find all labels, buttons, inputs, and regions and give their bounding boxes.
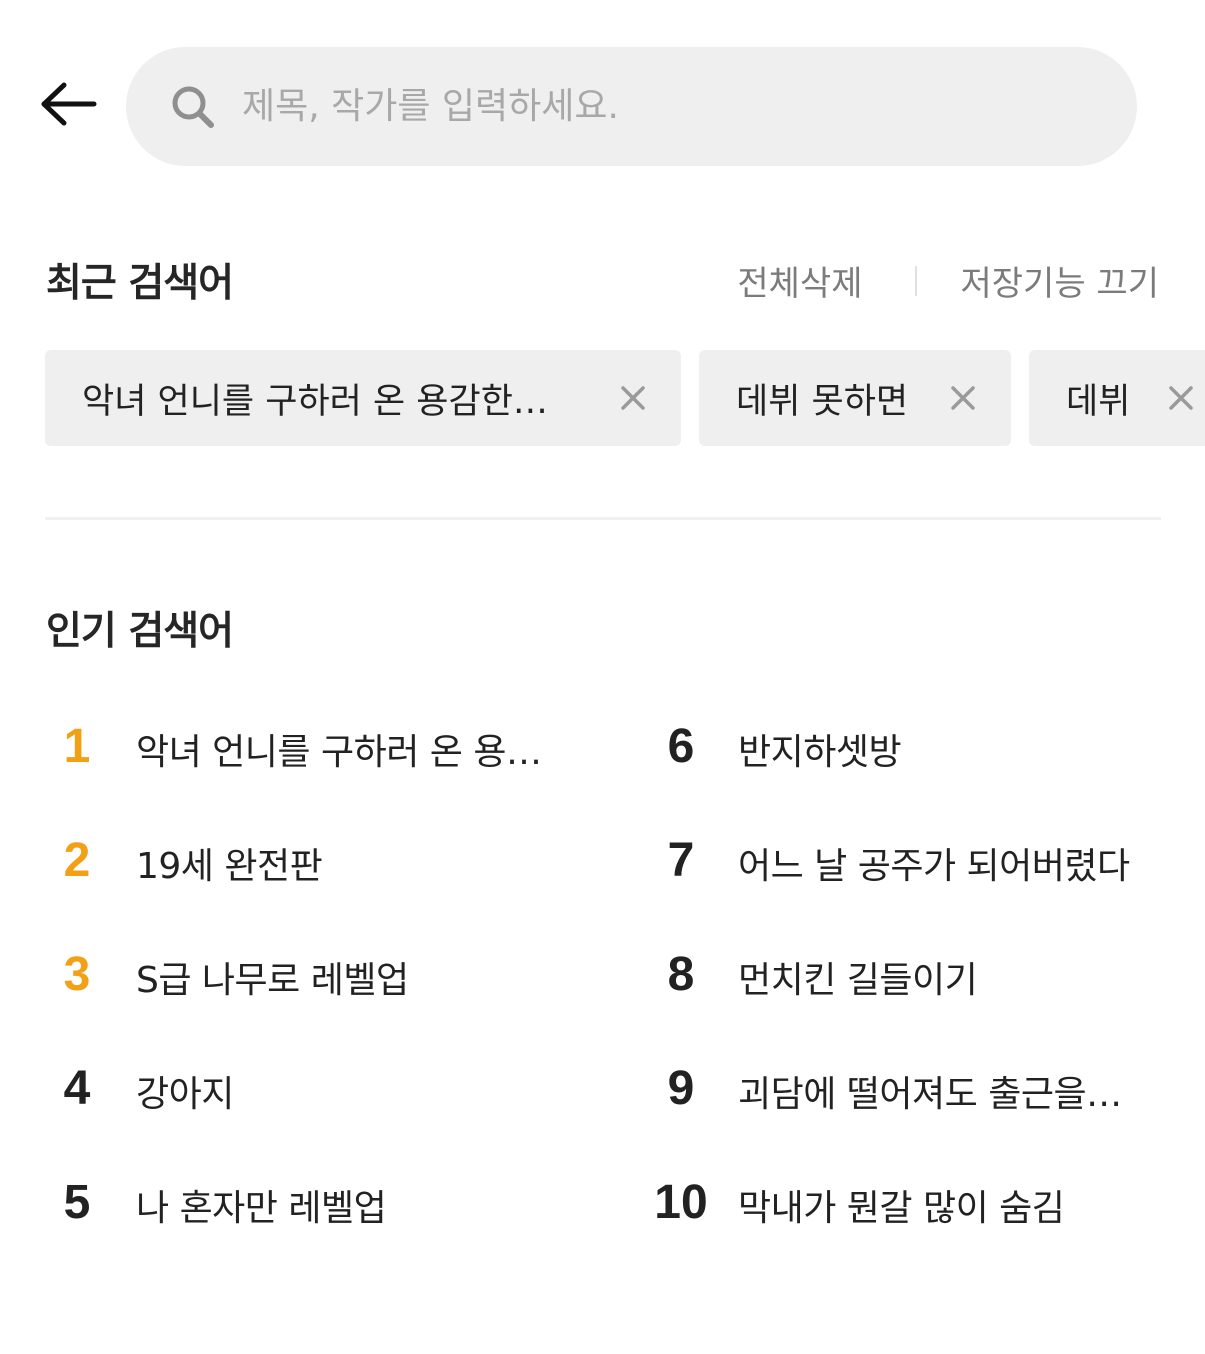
recent-search-chips: 악녀 언니를 구하러 온 용감한… 데뷔 못하면 데뷔	[45, 350, 1205, 446]
delete-all-button[interactable]: 전체삭제	[737, 256, 862, 305]
popular-item[interactable]: 7 어느 날 공주가 되어버렸다	[650, 817, 1165, 897]
popular-item[interactable]: 8 먼치킨 길들이기	[650, 931, 1165, 1011]
popular-item[interactable]: 6 반지하셋방	[650, 703, 1165, 783]
recent-actions: 전체삭제 저장기능 끄기	[737, 256, 1159, 305]
rank-number: 9	[667, 1062, 695, 1115]
section-divider	[45, 517, 1161, 520]
popular-item[interactable]: 3 S급 나무로 레벨업	[46, 931, 606, 1011]
close-icon[interactable]	[615, 380, 651, 416]
rank-number: 8	[667, 948, 695, 1001]
back-button[interactable]	[30, 68, 106, 140]
disable-save-button[interactable]: 저장기능 끄기	[961, 256, 1160, 305]
recent-searches-title: 최근 검색어	[46, 261, 234, 306]
popular-item[interactable]: 2 19세 완전판	[46, 817, 606, 897]
rank-number: 4	[63, 1062, 91, 1115]
close-icon[interactable]	[1163, 380, 1199, 416]
popular-item-label: 악녀 언니를 구하러 온 용…	[136, 732, 542, 773]
search-icon	[168, 82, 218, 132]
popular-item-label: S급 나무로 레벨업	[136, 960, 409, 1001]
popular-item-label: 강아지	[136, 1074, 234, 1115]
popular-item-label: 19세 완전판	[136, 846, 323, 887]
close-icon[interactable]	[945, 380, 981, 416]
popular-item-label: 나 혼자만 레벨업	[136, 1188, 387, 1229]
search-header	[0, 0, 1205, 200]
popular-item[interactable]: 5 나 혼자만 레벨업	[46, 1159, 606, 1239]
rank-number: 6	[667, 720, 695, 773]
rank-number: 7	[667, 834, 695, 887]
popular-item[interactable]: 1 악녀 언니를 구하러 온 용…	[46, 703, 606, 783]
popular-item-label: 먼치킨 길들이기	[738, 960, 978, 1001]
popular-item[interactable]: 10 막내가 뭔갈 많이 숨김	[650, 1159, 1165, 1239]
popular-item[interactable]: 4 강아지	[46, 1045, 606, 1125]
recent-chip-label: 데뷔	[1066, 381, 1131, 422]
popular-item-label: 괴담에 떨어져도 출근을…	[738, 1074, 1122, 1115]
search-input[interactable]	[242, 76, 1062, 137]
rank-number: 2	[63, 834, 91, 887]
search-box[interactable]	[126, 47, 1137, 166]
popular-item[interactable]: 9 괴담에 떨어져도 출근을…	[650, 1045, 1165, 1125]
recent-chip-label: 데뷔 못하면	[736, 381, 909, 422]
popular-item-label: 반지하셋방	[738, 732, 902, 773]
rank-number: 5	[63, 1176, 91, 1229]
recent-chip-label: 악녀 언니를 구하러 온 용감한…	[82, 381, 548, 422]
popular-item-label: 막내가 뭔갈 많이 숨김	[738, 1188, 1065, 1229]
recent-chip[interactable]: 데뷔	[1029, 350, 1205, 446]
rank-number: 1	[63, 720, 91, 773]
back-arrow-icon	[41, 82, 97, 126]
popular-item-label: 어느 날 공주가 되어버렸다	[738, 846, 1130, 887]
recent-chip[interactable]: 데뷔 못하면	[699, 350, 1011, 446]
rank-number: 10	[654, 1176, 708, 1229]
popular-searches-title: 인기 검색어	[46, 609, 234, 654]
recent-chip[interactable]: 악녀 언니를 구하러 온 용감한…	[45, 350, 681, 446]
rank-number: 3	[63, 948, 91, 1001]
action-separator	[914, 265, 917, 296]
